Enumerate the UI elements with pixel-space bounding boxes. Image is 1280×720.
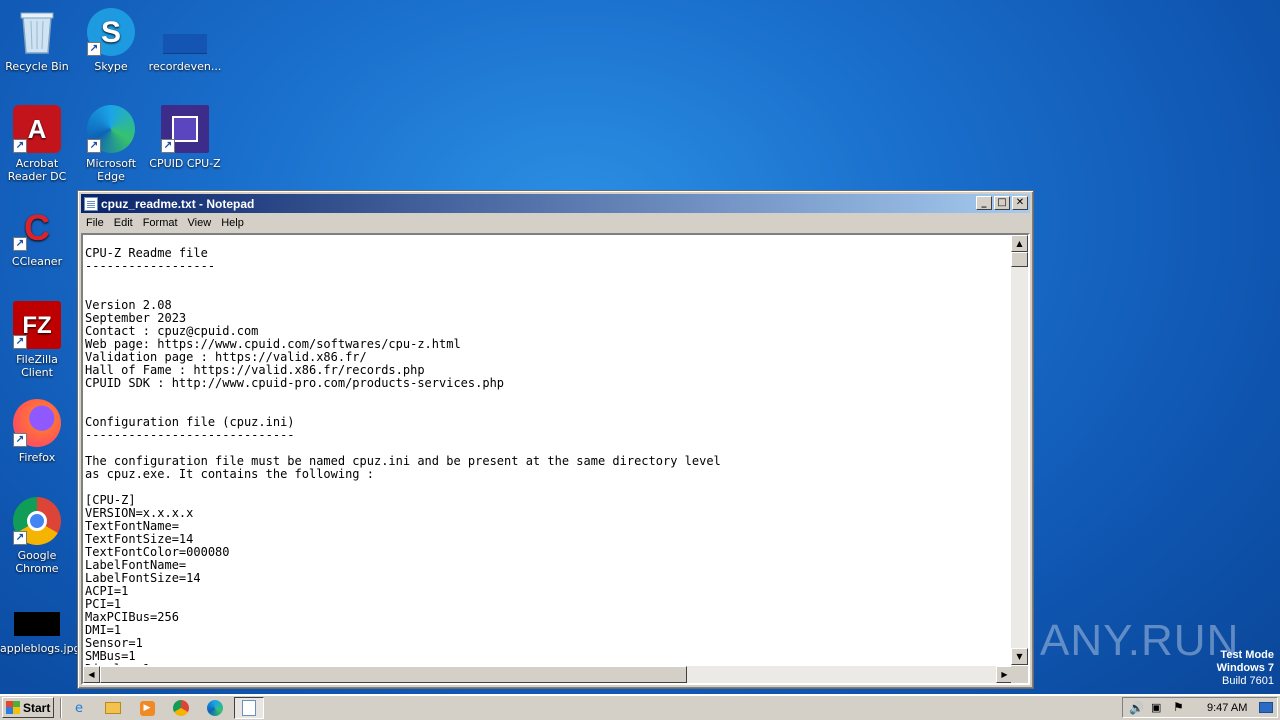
acrobat-reader-icon: A ↗	[13, 105, 61, 153]
scroll-up-button[interactable]: ▲	[1011, 235, 1028, 252]
file-icon	[161, 8, 209, 56]
scroll-down-button[interactable]: ▼	[1011, 648, 1028, 665]
desktop-icon-label: Recycle Bin	[5, 60, 69, 73]
window-title: cpuz_readme.txt - Notepad	[101, 196, 255, 211]
horizontal-scrollbar[interactable]: ◀ ▶	[83, 666, 1013, 683]
desktop-icon-label: Microsoft Edge	[85, 157, 137, 183]
anyrun-watermark: ANY.RUN	[1040, 612, 1240, 670]
desktop-icon-recycle-bin[interactable]: Recycle Bin	[0, 8, 74, 73]
desktop-icon-label: Firefox	[18, 451, 56, 464]
network-icon[interactable]: ▣	[1151, 701, 1161, 714]
notepad-taskbar-icon	[242, 700, 256, 716]
edge-icon: ↗	[87, 105, 135, 153]
desktop-icon-edge[interactable]: ↗ Microsoft Edge	[74, 105, 148, 183]
taskbar: Start e ▶ 🔊 ▣ ⚑ 9:47 AM	[0, 694, 1280, 720]
recycle-bin-icon	[13, 8, 61, 56]
resize-grip[interactable]	[1011, 666, 1028, 683]
watermark-line2: Windows 7	[1216, 662, 1274, 674]
shortcut-arrow-icon: ↗	[13, 139, 27, 153]
desktop-icon-chrome[interactable]: ↗ Google Chrome	[0, 497, 74, 575]
desktop-icon-label: CCleaner	[11, 255, 63, 268]
shortcut-arrow-icon: ↗	[161, 139, 175, 153]
desktop-icon-firefox[interactable]: ↗ Firefox	[0, 399, 74, 464]
image-file-icon	[13, 610, 61, 638]
desktop-icon-recordeven[interactable]: recordeven...	[148, 8, 222, 73]
title-bar[interactable]: cpuz_readme.txt - Notepad _ □ ✕	[81, 194, 1030, 213]
menu-help[interactable]: Help	[216, 217, 249, 229]
desktop-icon-skype[interactable]: S ↗ Skype	[74, 8, 148, 73]
maximize-button[interactable]: □	[994, 196, 1010, 210]
desktop-icon-ccleaner[interactable]: C ↗ CCleaner	[0, 203, 74, 268]
vertical-scrollbar[interactable]: ▲ ▼	[1011, 235, 1028, 665]
desktop-icon-label: CPUID CPU-Z	[149, 157, 221, 170]
taskbar-separator	[60, 698, 62, 718]
watermark-line1: Test Mode	[1220, 649, 1274, 661]
shortcut-arrow-icon: ↗	[13, 335, 27, 349]
start-button[interactable]: Start	[2, 697, 54, 718]
system-tray: 🔊 ▣ ⚑ 9:47 AM	[1122, 697, 1278, 718]
ccleaner-icon: C ↗	[13, 203, 61, 251]
menu-edit[interactable]: Edit	[109, 217, 138, 229]
desktop-icon-acrobat[interactable]: A ↗ Acrobat Reader DC	[0, 105, 74, 183]
scroll-left-button[interactable]: ◀	[83, 666, 100, 683]
start-label: Start	[23, 700, 51, 715]
vertical-scroll-thumb[interactable]	[1011, 252, 1028, 267]
explorer-icon[interactable]	[103, 699, 123, 717]
notepad-taskbar-button[interactable]	[234, 697, 264, 719]
cpuz-icon: ↗	[161, 105, 209, 153]
desktop-icon-cpuz[interactable]: ↗ CPUID CPU-Z	[148, 105, 222, 170]
desktop-icon-label: Google Chrome	[15, 549, 59, 575]
shortcut-arrow-icon: ↗	[87, 42, 101, 56]
firefox-icon: ↗	[13, 399, 61, 447]
desktop-icon-label: appleblogs.jpg	[0, 642, 81, 655]
watermark-line3: Build 7601	[1222, 675, 1274, 687]
editor-area[interactable]: CPU-Z Readme file ------------------ Ver…	[81, 233, 1030, 685]
chrome-icon: ↗	[13, 497, 61, 545]
filezilla-icon: FZ ↗	[13, 301, 61, 349]
menu-file[interactable]: File	[81, 217, 109, 229]
minimize-button[interactable]: _	[976, 196, 992, 210]
menu-view[interactable]: View	[183, 217, 217, 229]
horizontal-scroll-thumb[interactable]	[100, 666, 687, 683]
desktop-icon-label: FileZilla Client	[16, 353, 58, 379]
window-controls: _ □ ✕	[974, 196, 1028, 210]
skype-icon: S ↗	[87, 8, 135, 56]
desktop-icon-appleblogs[interactable]: appleblogs.jpg	[0, 610, 81, 655]
windows-logo-icon	[6, 701, 20, 714]
menu-format[interactable]: Format	[138, 217, 183, 229]
shortcut-arrow-icon: ↗	[13, 433, 27, 447]
ie-icon[interactable]: e	[69, 699, 89, 717]
menu-bar: File Edit Format View Help	[81, 213, 1030, 232]
notepad-window[interactable]: cpuz_readme.txt - Notepad _ □ ✕ File Edi…	[77, 190, 1034, 689]
desktop-icon-filezilla[interactable]: FZ ↗ FileZilla Client	[0, 301, 74, 379]
shortcut-arrow-icon: ↗	[13, 531, 27, 545]
text-content[interactable]: CPU-Z Readme file ------------------ Ver…	[85, 237, 1013, 666]
media-player-icon[interactable]: ▶	[137, 699, 157, 717]
clock[interactable]: 9:47 AM	[1207, 702, 1247, 714]
test-mode-watermark: Test Mode Windows 7 Build 7601	[1217, 649, 1274, 688]
desktop-icon-label: recordeven...	[148, 60, 222, 73]
notepad-icon	[84, 196, 98, 211]
desktop-icon-label: Acrobat Reader DC	[7, 157, 67, 183]
shortcut-arrow-icon: ↗	[87, 139, 101, 153]
anyrun-logo: ANY.RUN	[1040, 616, 1240, 665]
action-center-flag-icon[interactable]: ⚑	[1173, 700, 1184, 714]
edge-taskbar-icon[interactable]	[205, 699, 225, 717]
show-desktop-icon[interactable]	[1259, 702, 1273, 713]
chrome-taskbar-icon[interactable]	[171, 699, 191, 717]
shortcut-arrow-icon: ↗	[13, 237, 27, 251]
close-button[interactable]: ✕	[1012, 196, 1028, 210]
desktop-icon-label: Skype	[94, 60, 128, 73]
volume-icon[interactable]: 🔊	[1129, 701, 1144, 715]
